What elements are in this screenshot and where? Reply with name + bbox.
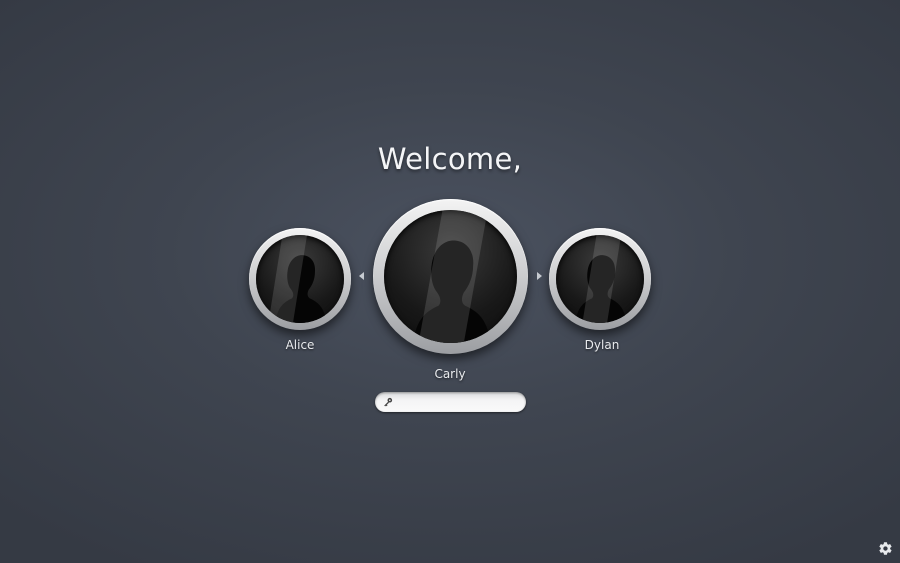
user-name-carly: Carly <box>434 367 466 381</box>
user-carly[interactable]: Carly <box>373 199 528 381</box>
key-icon <box>384 397 393 407</box>
password-input[interactable] <box>397 394 517 410</box>
user-silhouette-icon <box>256 235 344 323</box>
arrow-left-icon[interactable] <box>359 272 364 280</box>
welcome-heading: Welcome, <box>377 142 523 176</box>
gear-icon[interactable] <box>878 541 893 556</box>
user-silhouette-icon <box>556 235 644 323</box>
user-name-dylan: Dylan <box>584 338 620 352</box>
user-dylan[interactable]: Dylan <box>549 228 651 352</box>
password-field[interactable] <box>375 392 526 412</box>
user-alice[interactable]: Alice <box>249 228 351 352</box>
user-name-alice: Alice <box>285 338 315 352</box>
user-silhouette-icon <box>384 210 517 343</box>
arrow-right-icon[interactable] <box>537 272 542 280</box>
